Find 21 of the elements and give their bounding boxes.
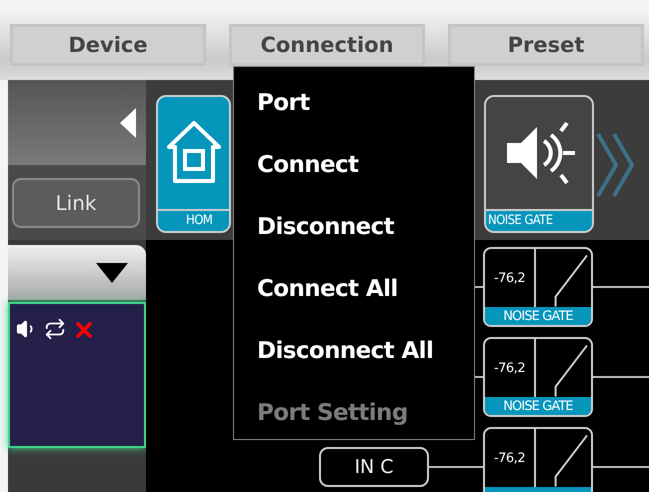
dropdown-bar[interactable] <box>8 245 146 300</box>
menu-item[interactable]: Connect All <box>257 271 474 307</box>
menu-item[interactable]: Connect <box>257 147 474 183</box>
tile-label: HOM <box>158 209 229 231</box>
block-label: NOISE GATE <box>485 397 591 415</box>
block-label: NOISE GATE <box>485 307 591 325</box>
input-button[interactable]: IN C <box>319 447 429 487</box>
tile-label: NOISE GATE <box>486 209 592 231</box>
link-button[interactable]: Link <box>12 178 140 228</box>
menu-tab[interactable]: Connection <box>229 24 425 66</box>
noise-gate-block[interactable]: -76,2 <box>483 427 593 492</box>
menu-tab[interactable]: Preset <box>448 24 644 66</box>
menu-item[interactable]: Disconnect <box>257 209 474 245</box>
repeat-icon[interactable] <box>44 318 66 340</box>
menu-tab[interactable]: Device <box>10 24 206 66</box>
noise-gate-block[interactable]: -76,2 NOISE GATE <box>483 337 593 417</box>
menu-item[interactable]: Port <box>257 85 474 121</box>
collapse-arrow-icon[interactable] <box>120 108 136 138</box>
menu-item[interactable]: Disconnect All <box>257 333 474 369</box>
dropdown-arrow-icon <box>96 262 128 282</box>
noise-gate-block[interactable]: -76,2 NOISE GATE <box>483 247 593 327</box>
